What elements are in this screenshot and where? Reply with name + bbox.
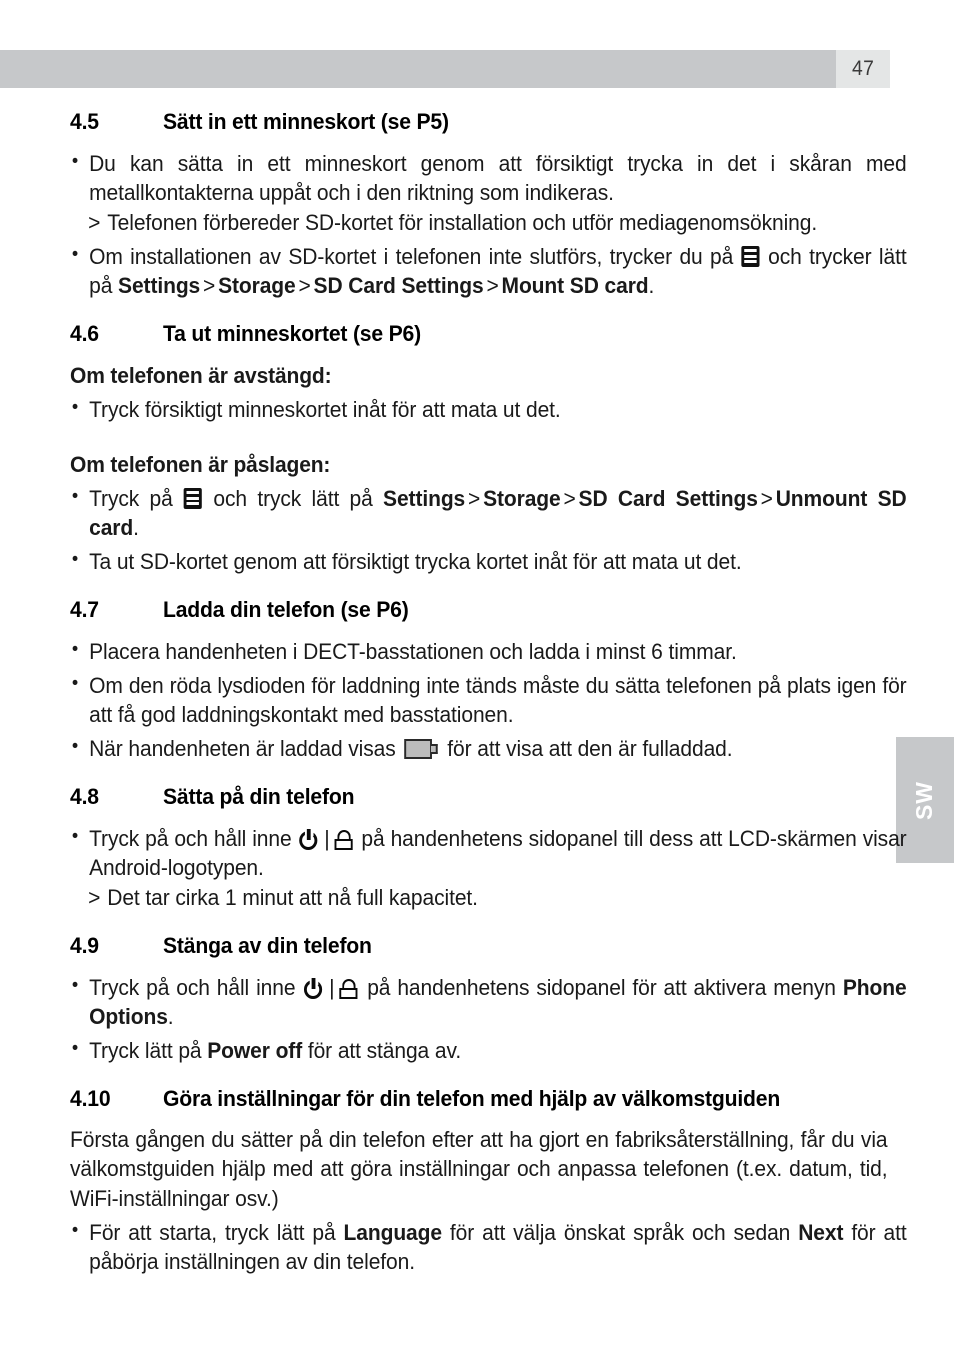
list-item-text: Du kan sätta in ett minneskort genom att… <box>89 150 907 205</box>
sub-list-item: Det tar cirka 1 minut att nå full kapaci… <box>70 883 925 912</box>
heading-4-9: 4.9 Stänga av din telefon <box>70 932 888 961</box>
list-item-text-mid: för att välja önskat språk och sedan <box>441 1219 799 1245</box>
heading-number: 4.7 <box>70 596 99 622</box>
menu-path-settings: Settings <box>383 485 466 511</box>
icon-divider: | <box>324 825 330 851</box>
path-separator: > <box>563 485 576 511</box>
list-item: Placera handenheten i DECT-basstationen … <box>70 637 907 666</box>
list-item: Tryck försiktigt minneskortet inåt för a… <box>70 395 907 424</box>
list-item-text-pre: Om installationen av SD-kortet i telefon… <box>89 243 741 269</box>
menu-name-power-off: Power off <box>207 1037 303 1063</box>
list-item: Tryck på och håll inne | på handenhetens… <box>70 973 907 1031</box>
menu-path-sd-card-settings: SD Card Settings <box>578 485 758 511</box>
sub-list-item-text: Det tar cirka 1 minut att nå full kapaci… <box>107 884 478 910</box>
heading-number: 4.6 <box>70 320 99 346</box>
power-icon <box>299 828 319 850</box>
list-item: När handenheten är laddad visas för att … <box>70 734 907 763</box>
path-separator: > <box>486 272 499 298</box>
list-item: Tryck på och håll inne | på handenhetens… <box>70 824 907 882</box>
menu-path-settings: Settings <box>118 272 201 298</box>
heading-4-6: 4.6 Ta ut minneskortet (se P6) <box>70 320 888 349</box>
list-item-text-pre: Tryck på <box>89 485 184 511</box>
heading-number: 4.8 <box>70 783 99 809</box>
heading-number: 4.5 <box>70 109 99 134</box>
list-item-text: Placera handenheten i DECT-basstationen … <box>89 638 737 664</box>
battery-full-icon <box>404 738 438 759</box>
menu-path-sd-card-settings: SD Card Settings <box>313 272 484 298</box>
list-item: Om den röda lysdioden för laddning inte … <box>70 671 907 729</box>
page-header: 47 <box>0 50 890 88</box>
header-gray-bar <box>0 50 836 88</box>
menu-name-language: Language <box>343 1219 443 1245</box>
list-item: Du kan sätta in ett minneskort genom att… <box>70 149 907 207</box>
power-icon <box>304 977 324 999</box>
list-item-text-end: . <box>648 272 655 298</box>
path-separator: > <box>298 272 311 298</box>
menu-path-storage: Storage <box>483 485 561 511</box>
page-number: 47 <box>851 57 875 80</box>
heading-4-10: 4.10 Göra inställningar för din telefon … <box>70 1085 888 1114</box>
path-separator: > <box>203 272 216 298</box>
heading-title: Sätta på din telefon <box>163 783 355 809</box>
menu-icon <box>183 487 203 509</box>
list-item-text: Ta ut SD-kortet genom att försiktigt try… <box>89 548 742 574</box>
heading-4-7: 4.7 Ladda din telefon (se P6) <box>70 596 888 625</box>
list-item-text-pre: Tryck på och håll inne <box>89 825 298 851</box>
heading-number: 4.9 <box>70 932 99 958</box>
list-item-text-post: för att stänga av. <box>302 1037 462 1063</box>
list-item-text-mid: och tryck lätt på <box>203 485 384 511</box>
subheading-phone-on: Om telefonen är påslagen: <box>70 451 331 477</box>
sub-list-item: Telefonen förbereder SD-kortet för insta… <box>70 208 925 237</box>
list-item-text-pre: För att starta, tryck lätt på <box>89 1219 344 1245</box>
paragraph-welcome-guide: Första gången du sätter på din telefon e… <box>70 1127 888 1211</box>
lock-icon <box>339 978 358 999</box>
menu-path-storage: Storage <box>218 272 296 298</box>
heading-4-8: 4.8 Sätta på din telefon <box>70 783 888 812</box>
list-item: Tryck lätt på Power off för att stänga a… <box>70 1036 907 1065</box>
list-item-text-pre: Tryck på och håll inne <box>89 974 303 1000</box>
icon-divider: | <box>329 974 335 1000</box>
lock-icon <box>334 829 354 850</box>
list-item-text-mid: på handenhetens sidopanel för att aktive… <box>360 974 843 1000</box>
menu-path-mount-sd-card: Mount SD card <box>501 272 649 298</box>
list-item-text-pre: När handenheten är laddad visas <box>89 735 402 761</box>
list-item: För att starta, tryck lätt på Language f… <box>70 1218 907 1276</box>
sub-list-item-text: Telefonen förbereder SD-kortet för insta… <box>107 209 818 235</box>
list-item: Ta ut SD-kortet genom att försiktigt try… <box>70 547 907 576</box>
list-item-text-end: . <box>133 514 139 540</box>
list-item-text-post: för att visa att den är fulladdad. <box>441 735 733 761</box>
page-content: 4.5 Sätt in ett minneskort (se P5) Du ka… <box>70 108 907 1276</box>
menu-name-next: Next <box>798 1219 844 1245</box>
list-item: Om installationen av SD-kortet i telefon… <box>70 242 907 300</box>
heading-title: Ladda din telefon (se P6) <box>163 596 409 622</box>
heading-title: Stänga av din telefon <box>163 932 372 958</box>
list-item-text-pre: Tryck lätt på <box>89 1037 208 1063</box>
list-item-text: Tryck försiktigt minneskortet inåt för a… <box>89 396 561 422</box>
list-item-text: Om den röda lysdioden för laddning inte … <box>89 672 907 727</box>
list-item: Tryck på och tryck lätt på Settings>Stor… <box>70 484 907 542</box>
heading-4-5: 4.5 Sätt in ett minneskort (se P5) <box>70 108 888 137</box>
heading-title: Sätt in ett minneskort (se P5) <box>163 109 449 134</box>
heading-number: 4.10 <box>70 1085 111 1111</box>
page-number-box: 47 <box>836 50 890 88</box>
list-item-text-end: . <box>167 1003 174 1029</box>
heading-title: Ta ut minneskortet (se P6) <box>163 320 421 346</box>
heading-title: Göra inställningar för din telefon med h… <box>163 1085 781 1111</box>
subheading-phone-off: Om telefonen är avstängd: <box>70 362 332 388</box>
menu-icon <box>741 245 760 267</box>
path-separator: > <box>760 485 773 511</box>
path-separator: > <box>468 485 481 511</box>
side-tab-label: SW <box>911 780 938 820</box>
